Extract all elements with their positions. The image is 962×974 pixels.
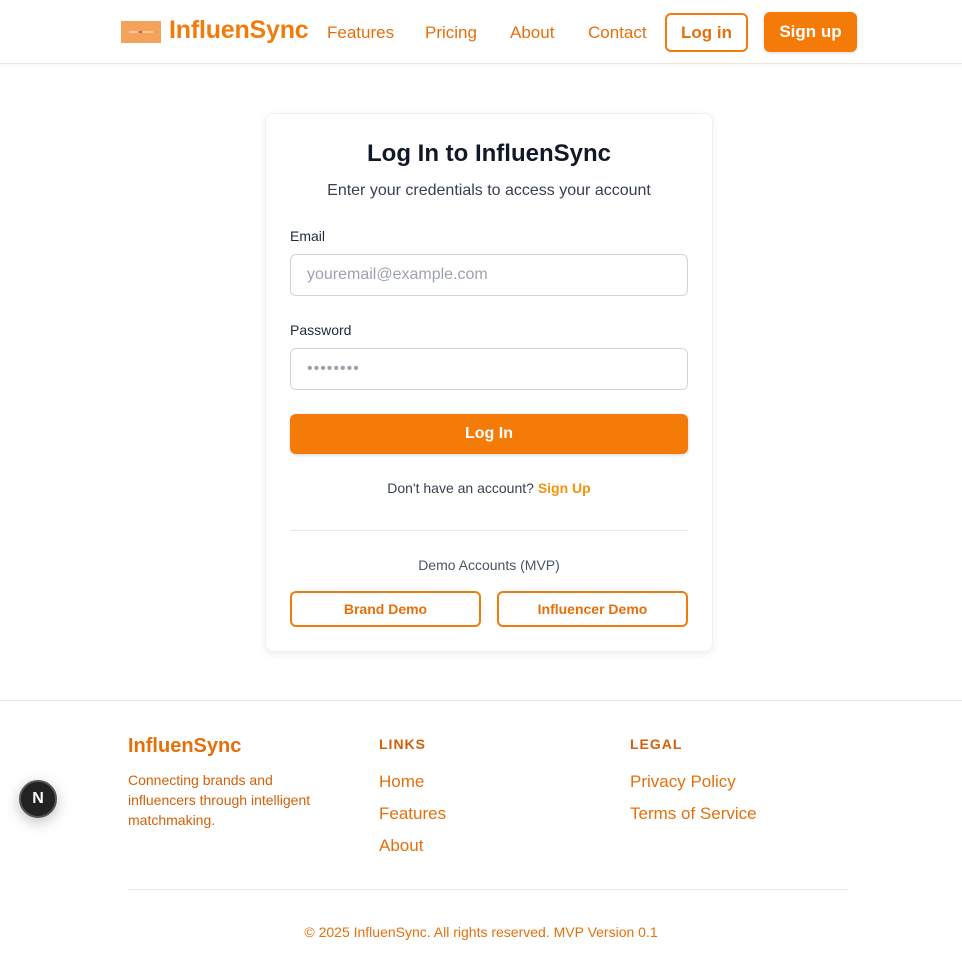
site-header: InfluenSync Features Pricing About Conta… bbox=[0, 0, 962, 64]
login-submit-button[interactable]: Log In bbox=[290, 414, 688, 454]
site-footer: InfluenSync Connecting brands and influe… bbox=[0, 700, 962, 974]
brand-name[interactable]: InfluenSync bbox=[169, 16, 309, 45]
password-label: Password bbox=[290, 322, 352, 338]
no-account-text: Don't have an account? bbox=[387, 480, 534, 496]
footer-brand: InfluenSync bbox=[128, 735, 242, 757]
footer-link-terms[interactable]: Terms of Service bbox=[630, 804, 757, 824]
header-login-button[interactable]: Log in bbox=[665, 13, 748, 52]
nav-pricing[interactable]: Pricing bbox=[425, 23, 477, 43]
nav-features[interactable]: Features bbox=[327, 23, 394, 43]
login-title: Log In to InfluenSync bbox=[367, 140, 611, 167]
demo-accounts-label: Demo Accounts (MVP) bbox=[418, 557, 560, 573]
footer-legal-heading: LEGAL bbox=[630, 736, 683, 752]
login-subtitle: Enter your credentials to access your ac… bbox=[327, 182, 651, 199]
login-card: Log In to InfluenSync Enter your credent… bbox=[265, 113, 713, 652]
header-signup-button[interactable]: Sign up bbox=[764, 12, 857, 52]
footer-link-about[interactable]: About bbox=[379, 836, 423, 856]
footer-description: Connecting brands and influencers throug… bbox=[128, 772, 311, 828]
brand-logo-icon[interactable] bbox=[121, 21, 161, 43]
password-field[interactable] bbox=[290, 348, 688, 390]
footer-divider bbox=[128, 889, 848, 890]
footer-links-heading: LINKS bbox=[379, 736, 426, 752]
footer-link-home[interactable]: Home bbox=[379, 772, 424, 792]
nav-contact[interactable]: Contact bbox=[588, 23, 647, 43]
footer-link-features[interactable]: Features bbox=[379, 804, 446, 824]
email-label: Email bbox=[290, 228, 326, 244]
brand-demo-button[interactable]: Brand Demo bbox=[290, 591, 481, 627]
nav-about[interactable]: About bbox=[510, 23, 554, 43]
signup-link[interactable]: Sign Up bbox=[538, 480, 591, 496]
footer-copyright: © 2025 InfluenSync. All rights reserved.… bbox=[304, 924, 658, 940]
nextjs-icon[interactable]: N bbox=[19, 780, 57, 818]
signup-prompt: Don't have an account? Sign Up bbox=[266, 480, 712, 496]
influencer-demo-button[interactable]: Influencer Demo bbox=[497, 591, 688, 627]
footer-link-privacy[interactable]: Privacy Policy bbox=[630, 772, 736, 792]
email-field[interactable] bbox=[290, 254, 688, 296]
card-divider bbox=[290, 530, 688, 531]
